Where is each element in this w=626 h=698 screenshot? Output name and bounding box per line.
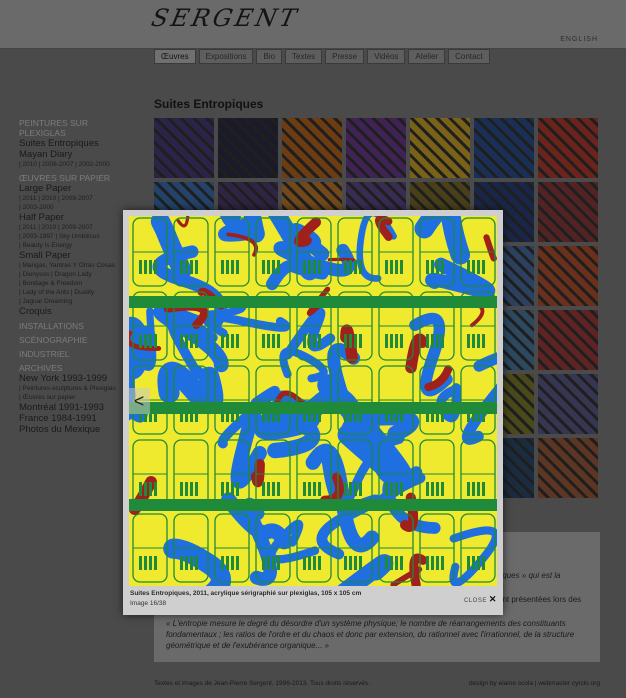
sidebar-subitem[interactable]: | Mangas, Yantras Y Otras Cosas bbox=[19, 261, 129, 270]
image-caption: Suites Entropiques, 2011, acrylique séri… bbox=[130, 590, 362, 597]
sidebar-category[interactable]: SCÉNOGRAPHIE bbox=[19, 335, 129, 345]
sidebar-subitem[interactable]: | Jaguar Dreaming bbox=[19, 297, 129, 306]
quote-text: « L'entropie mesure le degré du désordre… bbox=[166, 619, 575, 650]
sidebar-subitem[interactable]: | 2010 | 2008-2007 | 2002-2000 bbox=[19, 160, 129, 169]
chevron-left-icon: < bbox=[133, 391, 145, 411]
language-switch-link[interactable]: ENGLISH bbox=[560, 36, 598, 43]
nav-tab[interactable]: Atelier bbox=[408, 49, 446, 64]
sidebar-item[interactable]: Large Paper bbox=[19, 183, 129, 194]
sidebar-subitem[interactable]: | Peintures-sculptures & Plexiglas bbox=[19, 384, 129, 393]
artwork-thumbnail[interactable] bbox=[538, 310, 598, 370]
text-fragment: ont présentées lors des bbox=[498, 595, 582, 604]
nav-tab[interactable]: Contact bbox=[448, 49, 490, 64]
sidebar-item[interactable]: Small Paper bbox=[19, 250, 129, 261]
sidebar-subitem[interactable]: | Dionysos | Dragon Lady bbox=[19, 270, 129, 279]
artwork-thumbnail[interactable] bbox=[474, 118, 534, 178]
artwork-thumbnail[interactable] bbox=[538, 246, 598, 306]
sidebar-subitem[interactable]: | Beauty Is Energy bbox=[19, 241, 129, 250]
artwork-thumbnail[interactable] bbox=[346, 118, 406, 178]
nav-tab[interactable]: Œuvres bbox=[154, 49, 196, 64]
sidebar-category[interactable]: INDUSTRIEL bbox=[19, 349, 129, 359]
main-nav: Œuvres Expositions Bio Textes Presse Vidéos At… bbox=[154, 49, 490, 64]
sidebar-subitem[interactable]: | Bondage & Freedom bbox=[19, 279, 129, 288]
sidebar-item[interactable]: Montréal 1991-1993 bbox=[19, 402, 129, 413]
artwork-thumbnail[interactable] bbox=[410, 118, 470, 178]
nav-tab[interactable]: Vidéos bbox=[367, 49, 406, 64]
sidebar-item[interactable]: New York 1993-1999 bbox=[19, 373, 129, 384]
artwork-thumbnail[interactable] bbox=[218, 118, 278, 178]
nav-tab[interactable]: Presse bbox=[325, 49, 365, 64]
sidebar-item[interactable]: Suites Entropiques bbox=[19, 138, 129, 149]
sidebar-subitem[interactable]: | Lady of the Ants | Duality bbox=[19, 288, 129, 297]
sidebar-item[interactable]: Mayan Diary bbox=[19, 149, 129, 160]
sidebar-category[interactable]: PEINTURES SUR PLEXIGLAS bbox=[19, 118, 129, 138]
footer-credits[interactable]: design by elaine scola | webmaster cyrcl… bbox=[469, 680, 600, 687]
close-icon: ✕ bbox=[488, 594, 497, 604]
image-counter: Image 16/38 bbox=[130, 600, 167, 607]
sidebar-category[interactable]: ARCHIVES bbox=[19, 363, 129, 373]
sidebar-category[interactable]: ŒUVRES SUR PAPIER bbox=[19, 173, 129, 183]
site-header: SERGENT ENGLISH bbox=[0, 0, 626, 49]
sidebar: PEINTURES SUR PLEXIGLAS Suites Entropique… bbox=[19, 114, 129, 435]
close-lightbox-button[interactable]: CLOSE ✕ bbox=[464, 594, 497, 605]
sidebar-item[interactable]: France 1984-1991 bbox=[19, 413, 129, 424]
artwork-thumbnail[interactable] bbox=[538, 438, 598, 498]
sidebar-subitem[interactable]: | 2011 | 2010 | 2009-2007 bbox=[19, 223, 129, 232]
nav-tab[interactable]: Textes bbox=[285, 49, 323, 64]
sidebar-subitem[interactable]: | 2011 | 2010 | 2008-2007 bbox=[19, 194, 129, 203]
close-label: CLOSE bbox=[464, 598, 487, 604]
artwork-thumbnail[interactable] bbox=[538, 118, 598, 178]
page-title: Suites Entropiques bbox=[154, 97, 264, 111]
lightbox bbox=[123, 210, 503, 615]
lightbox-artwork-image bbox=[129, 216, 497, 586]
nav-tab[interactable]: Bio bbox=[256, 49, 283, 64]
artwork-thumbnail[interactable] bbox=[154, 118, 214, 178]
sidebar-subitem[interactable]: | 2003-1997 | Sky Umbilicus bbox=[19, 232, 129, 241]
site-logo[interactable]: SERGENT bbox=[149, 4, 302, 32]
sidebar-category[interactable]: INSTALLATIONS bbox=[19, 321, 129, 331]
sidebar-subitem[interactable]: | Œuvres sur papier bbox=[19, 393, 129, 402]
sidebar-item[interactable]: Croquis bbox=[19, 306, 129, 317]
text-fragment: piques » qui est la bbox=[496, 571, 561, 580]
sidebar-item[interactable]: Half Paper bbox=[19, 212, 129, 223]
previous-image-button[interactable]: < bbox=[128, 388, 150, 414]
artwork-thumbnail[interactable] bbox=[538, 182, 598, 242]
artwork-thumbnail[interactable] bbox=[538, 374, 598, 434]
artwork-thumbnail[interactable] bbox=[282, 118, 342, 178]
sidebar-subitem[interactable]: | 2003-2000 bbox=[19, 203, 129, 212]
footer-copyright: Textes et images de Jean-Pierre Sergent,… bbox=[154, 680, 370, 687]
sidebar-item[interactable]: Photos du Mexique bbox=[19, 424, 129, 435]
nav-tab[interactable]: Expositions bbox=[198, 49, 254, 64]
